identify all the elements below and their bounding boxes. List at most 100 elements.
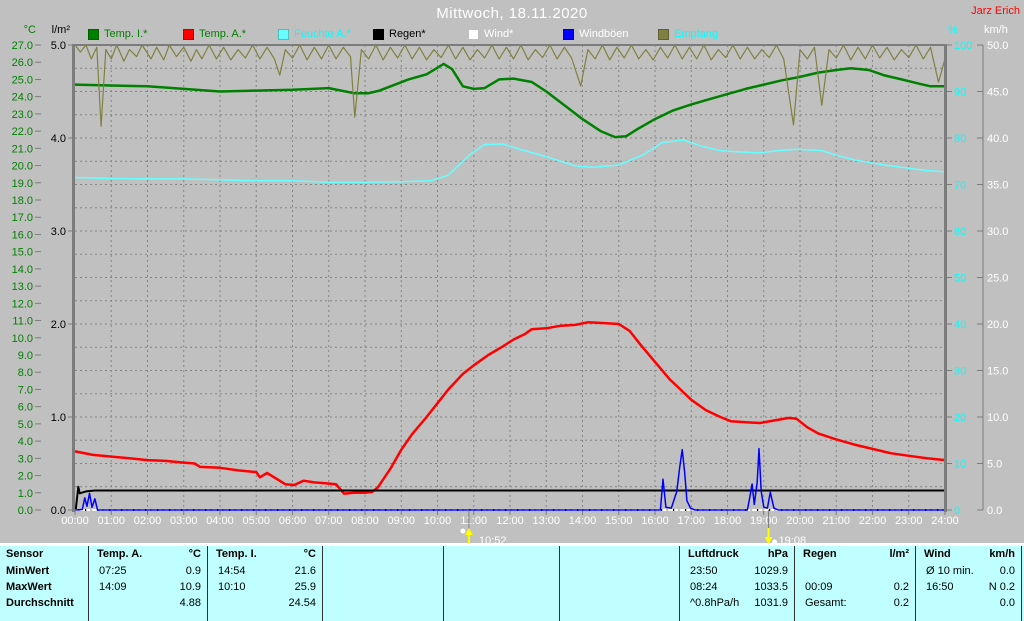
- stats-row: [444, 563, 559, 579]
- stats-cell-label: Wind: [924, 548, 951, 560]
- tick-label-windax: 25.0: [987, 273, 1008, 285]
- tick-label-rain: 3.0: [51, 226, 66, 238]
- stats-cell-label: Luftdruck: [688, 548, 739, 560]
- stats-cell-label: Temp. I.: [216, 548, 257, 560]
- tick-label-hum: 90: [954, 87, 966, 99]
- stats-cell-value: 0.9: [185, 565, 201, 577]
- stats-row: Ø 10 min. 0.0: [916, 563, 1021, 579]
- stats-cell-label: Gesamt:: [805, 597, 847, 609]
- tick-label-hum: 100: [954, 40, 972, 52]
- tick-label-temp: 1.0: [18, 488, 33, 500]
- tick-label-temp: 7.0: [18, 384, 33, 396]
- tick-label-temp: 9.0: [18, 350, 33, 362]
- stats-row: 07:25 0.9: [89, 563, 207, 579]
- stats-column-regen: Regen l/m² 00:09 0.2 Gesamt: 0.2: [794, 546, 915, 621]
- stats-cell-value: 1033.5: [754, 581, 788, 593]
- tick-label-windax: 30.0: [987, 226, 1008, 238]
- stats-cell-label: 08:24: [690, 581, 718, 593]
- stats-row: [560, 563, 679, 579]
- stats-row: 4.88: [89, 595, 207, 611]
- stats-cell-label: 14:54: [218, 565, 246, 577]
- stats-cell-value: 0.0: [999, 565, 1015, 577]
- tick-label-hour: 01:00: [97, 515, 125, 527]
- stats-cell-value: 24.54: [288, 597, 316, 609]
- stats-cell-label: 00:09: [805, 581, 833, 593]
- tick-label-windax: 15.0: [987, 366, 1008, 378]
- stats-header-row: Temp. I. °C: [208, 546, 322, 563]
- moon-icon: [460, 528, 466, 534]
- tick-label-hum: 30: [954, 366, 966, 378]
- stats-cell-label: 16:50: [926, 581, 954, 593]
- tick-label-rain: 5.0: [51, 40, 66, 52]
- stats-column-wind: Wind km/h Ø 10 min. 0.0 16:50 N 0.2 0.0: [915, 546, 1021, 621]
- stats-row: 24.54: [208, 595, 322, 611]
- tick-label-hour: 13:00: [532, 515, 560, 527]
- stats-row: Gesamt: 0.2: [795, 595, 915, 611]
- stats-table: Sensor MinWert MaxWert Durchschnitt Temp. A.…: [0, 543, 1024, 621]
- tick-label-windax: 40.0: [987, 133, 1008, 145]
- tick-label-temp: 18.0: [12, 195, 33, 207]
- stats-cell-label: Durchschnitt: [6, 597, 74, 609]
- tick-label-hour: 10:00: [424, 515, 452, 527]
- stats-cell-value: °C: [303, 548, 316, 560]
- stats-cell-value: l/m²: [889, 548, 909, 560]
- stats-column-empty-5: [559, 546, 679, 621]
- tick-label-hour: 07:00: [315, 515, 343, 527]
- stats-cell-value: 0.2: [893, 597, 909, 609]
- tick-label-hour: 23:00: [895, 515, 923, 527]
- stats-column-sensor: Sensor MinWert MaxWert Durchschnitt: [0, 546, 88, 621]
- stats-header-row: [444, 546, 559, 563]
- tick-label-temp: 3.0: [18, 453, 33, 465]
- stats-row: MaxWert: [0, 579, 88, 595]
- stats-cell-label: [89, 595, 99, 611]
- stats-cell-label: [323, 563, 333, 579]
- tick-label-hour: 09:00: [387, 515, 415, 527]
- stats-row: [444, 595, 559, 611]
- stats-cell-label: MaxWert: [6, 581, 52, 593]
- tick-label-hour: 15:00: [605, 515, 633, 527]
- stats-cell-label: [323, 595, 333, 611]
- stats-cell-label: Sensor: [6, 548, 44, 560]
- tick-label-hum: 80: [954, 133, 966, 145]
- tick-label-windax: 20.0: [987, 319, 1008, 331]
- tick-label-temp: 24.0: [12, 92, 33, 104]
- tick-label-temp: 27.0: [12, 40, 33, 52]
- stats-row: 08:24 1033.5: [680, 579, 794, 595]
- moonrise-arrow-icon: [464, 528, 473, 535]
- stats-cell-value: 21.6: [294, 565, 316, 577]
- stats-column-empty-4: [443, 546, 559, 621]
- stats-header-row: Luftdruck hPa: [680, 546, 794, 563]
- tick-label-hour: 11:00: [460, 515, 487, 527]
- stats-header-row: Wind km/h: [916, 546, 1021, 563]
- tick-label-temp: 0.0: [18, 505, 33, 517]
- tick-label-hour: 12:00: [496, 515, 524, 527]
- stats-header-row: [323, 546, 443, 563]
- tick-label-hour: 17:00: [677, 515, 705, 527]
- tick-label-hour: 24:00: [931, 515, 959, 527]
- stats-row: [323, 579, 443, 595]
- tick-label-temp: 12.0: [12, 298, 33, 310]
- stats-cell-label: [444, 546, 452, 563]
- weather-chart: 27.0 26.0 25.0 24.0 23.0 22.0 21.0 20.0 19.0 18.0…: [12, 40, 1009, 547]
- plot-gridlines: [75, 45, 945, 510]
- tick-label-hum: 20: [954, 412, 966, 424]
- stats-row: MinWert: [0, 563, 88, 579]
- tick-label-temp: 17.0: [12, 212, 33, 224]
- x-axis-labels: 00:00 01:00 02:00 03:00 04:00 05:00 06:00 07:00…: [61, 511, 959, 527]
- stats-row: 23:50 1029.9: [680, 563, 794, 579]
- stats-row: 00:09 0.2: [795, 579, 915, 595]
- stats-cell-label: [560, 595, 570, 611]
- tick-label-windax: 35.0: [987, 180, 1008, 192]
- tick-label-hum: 10: [954, 459, 966, 471]
- stats-cell-label: [795, 563, 805, 579]
- stats-cell-label: [323, 579, 333, 595]
- tick-label-temp: 16.0: [12, 229, 33, 241]
- stats-cell-label: [444, 595, 454, 611]
- stats-row: [560, 595, 679, 611]
- tick-label-windax: 5.0: [987, 459, 1002, 471]
- stats-cell-label: 14:09: [99, 581, 127, 593]
- tick-label-hour: 21:00: [822, 515, 850, 527]
- stats-row: 16:50 N 0.2: [916, 579, 1021, 595]
- tick-label-hour: 03:00: [170, 515, 198, 527]
- tick-label-hum: 60: [954, 226, 966, 238]
